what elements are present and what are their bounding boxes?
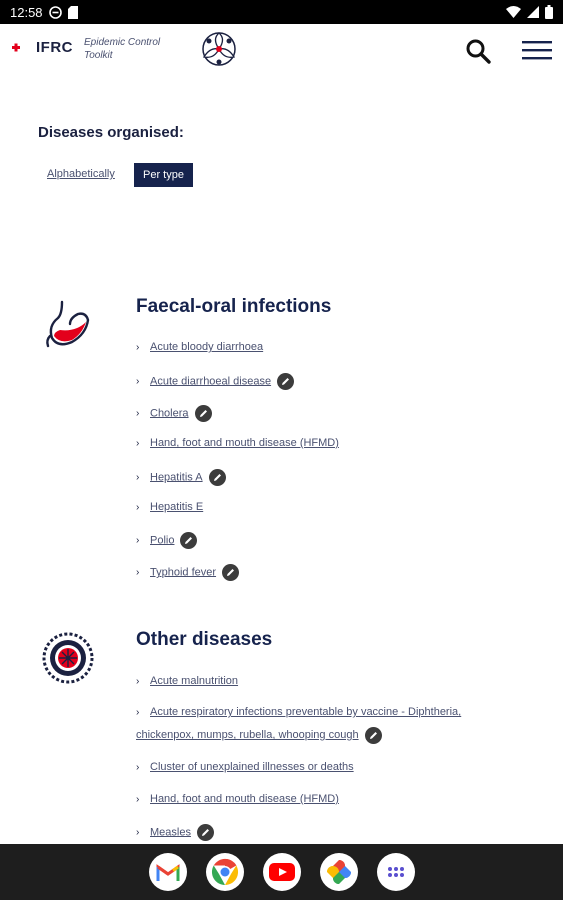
apps-drawer-icon[interactable] xyxy=(376,853,415,891)
disease-link[interactable]: Acute respiratory infections preventable… xyxy=(136,706,461,741)
red-cross-crescent-icon xyxy=(12,42,29,54)
chrome-icon[interactable] xyxy=(205,853,244,891)
disease-link[interactable]: Polio xyxy=(150,534,174,546)
chevron-right-icon: › xyxy=(136,342,140,353)
chevron-right-icon: › xyxy=(136,762,140,773)
chevron-right-icon: › xyxy=(136,502,140,513)
disease-item: › Acute diarrhoeal disease xyxy=(136,373,536,390)
disease-item: › Hand, foot and mouth disease (HFMD) xyxy=(136,437,536,449)
disease-link[interactable]: Hand, foot and mouth disease (HFMD) xyxy=(150,437,339,449)
chevron-right-icon: › xyxy=(136,438,140,449)
section-title-faecal-oral: Faecal-oral infections xyxy=(136,296,332,317)
disease-item: › Acute bloody diarrhoea xyxy=(136,341,536,353)
chevron-right-icon: › xyxy=(136,408,140,420)
chevron-right-icon: › xyxy=(136,376,140,388)
chevron-right-icon: › xyxy=(136,707,140,718)
disease-link[interactable]: Acute bloody diarrhoea xyxy=(150,341,263,353)
search-icon[interactable] xyxy=(464,37,492,65)
virus-icon xyxy=(42,632,94,684)
chevron-right-icon: › xyxy=(136,794,140,805)
sd-card-icon xyxy=(67,5,78,19)
disease-item: › Hepatitis E xyxy=(136,501,536,513)
youtube-icon[interactable] xyxy=(262,853,301,891)
filter-alphabetically-link[interactable]: Alphabetically xyxy=(47,168,115,180)
hamburger-menu-icon[interactable] xyxy=(522,39,552,61)
disease-link[interactable]: Measles xyxy=(150,826,191,838)
app-header: IFRC Epidemic Control Toolkit xyxy=(0,24,563,74)
wifi-icon xyxy=(506,6,521,18)
disease-item: › Typhoid fever xyxy=(136,564,536,581)
chevron-right-icon: › xyxy=(136,676,140,687)
edit-pencil-icon[interactable] xyxy=(222,564,240,581)
disease-item: › Measles xyxy=(136,824,536,841)
signal-icon xyxy=(527,6,539,18)
disease-link[interactable]: Cluster of unexplained illnesses or deat… xyxy=(150,761,354,773)
toolkit-title: Epidemic Control Toolkit xyxy=(84,37,161,61)
disease-item: › Polio xyxy=(136,532,536,549)
gmail-icon[interactable] xyxy=(148,853,187,891)
disease-item: › Hepatitis A xyxy=(136,469,536,486)
disease-link[interactable]: Hepatitis E xyxy=(150,501,203,513)
chevron-right-icon: › xyxy=(136,827,140,839)
disease-link[interactable]: Hand, foot and mouth disease (HFMD) xyxy=(150,793,339,805)
edit-pencil-icon[interactable] xyxy=(180,532,198,549)
status-time: 12:58 xyxy=(10,4,43,20)
disease-item: › Acute malnutrition xyxy=(136,675,536,687)
chevron-right-icon: › xyxy=(136,567,140,579)
disease-link[interactable]: Typhoid fever xyxy=(150,566,216,578)
do-not-disturb-icon xyxy=(48,5,62,19)
status-bar: 12:58 xyxy=(0,0,563,24)
edit-pencil-icon[interactable] xyxy=(194,405,212,422)
stomach-icon xyxy=(46,300,90,348)
disease-link[interactable]: Hepatitis A xyxy=(150,471,203,483)
disease-item: › Hand, foot and mouth disease (HFMD) xyxy=(136,793,536,805)
edit-pencil-icon[interactable] xyxy=(196,824,214,841)
chevron-right-icon: › xyxy=(136,472,140,484)
ifrc-logo-text[interactable]: IFRC xyxy=(36,39,73,56)
disease-link[interactable]: Cholera xyxy=(150,407,189,419)
filter-heading: Diseases organised: xyxy=(38,124,184,141)
disease-item: › Cholera xyxy=(136,405,536,422)
battery-icon xyxy=(545,5,553,19)
chevron-right-icon: › xyxy=(136,535,140,547)
edit-pencil-icon[interactable] xyxy=(364,726,382,744)
edit-pencil-icon[interactable] xyxy=(208,469,226,486)
photos-icon[interactable] xyxy=(319,853,358,891)
disease-link[interactable]: Acute malnutrition xyxy=(150,675,238,687)
toolkit-logo-icon[interactable] xyxy=(198,29,240,69)
filter-per-type-button[interactable]: Per type xyxy=(134,163,193,187)
disease-link[interactable]: Acute diarrhoeal disease xyxy=(150,375,271,387)
edit-pencil-icon[interactable] xyxy=(277,373,295,390)
app-dock xyxy=(0,844,563,900)
disease-item: › Acute respiratory infections preventabl… xyxy=(136,701,516,747)
disease-item: › Cluster of unexplained illnesses or dea… xyxy=(136,761,536,773)
section-title-other-diseases: Other diseases xyxy=(136,629,273,650)
